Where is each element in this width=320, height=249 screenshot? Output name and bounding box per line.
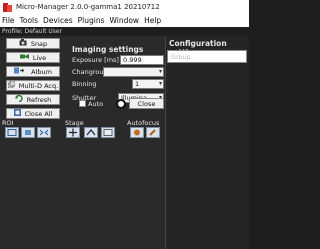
menu-window[interactable]: Window (109, 16, 139, 25)
roi-set-icon (7, 129, 17, 136)
wrench-icon (149, 129, 156, 136)
mda-button[interactable]: Multi-D Acq. (6, 80, 60, 91)
refresh-label: Refresh (26, 95, 52, 104)
auto-checkbox[interactable] (79, 100, 86, 107)
roi-center-button[interactable] (21, 127, 35, 138)
auto-label: Auto (88, 100, 104, 108)
shutter-close-button[interactable]: Close (129, 98, 164, 109)
window-title: Micro-Manager 2.0.0-gamma1 20210712 (16, 3, 160, 11)
app-logo-icon (3, 2, 12, 12)
mda-label: Multi-D Acq. (18, 81, 59, 90)
refresh-icon (14, 94, 23, 104)
album-button[interactable]: Album (6, 66, 60, 77)
menu-help[interactable]: Help (144, 16, 161, 25)
menu-devices[interactable]: Devices (43, 16, 73, 25)
album-label: Album (31, 67, 52, 76)
pixel-arrows-icon (86, 129, 96, 136)
changroup-select[interactable]: ▾ (103, 67, 164, 77)
album-icon (14, 67, 27, 76)
menu-plugins[interactable]: Plugins (78, 16, 105, 25)
close-label: Close (137, 99, 156, 108)
snap-label: Snap (30, 39, 48, 48)
refresh-button[interactable]: Refresh (6, 94, 60, 105)
configuration-panel: Configuration settings (165, 36, 249, 249)
stage-label: Stage (65, 119, 84, 127)
multi-d-icon (7, 80, 16, 90)
roi-center-icon (25, 130, 31, 135)
close-all-icon (13, 109, 21, 118)
binning-value: 1 (135, 80, 140, 88)
autofocus-run-button[interactable] (130, 127, 144, 138)
imaging-settings-title: Imaging settings (72, 45, 144, 54)
move-arrows-icon (69, 128, 77, 137)
main-panel: Snap Live Album Multi-D Acq. Refresh Clo… (0, 36, 249, 249)
roi-set-button[interactable] (5, 127, 19, 138)
autofocus-icon (134, 129, 140, 136)
group-input[interactable]: Group (167, 50, 247, 63)
binning-select[interactable]: 1 ▾ (132, 79, 164, 89)
roi-full-button[interactable] (37, 127, 51, 138)
autofocus-settings-button[interactable] (146, 127, 160, 138)
roi-full-icon (39, 129, 49, 136)
shutter-state-icon (116, 99, 126, 109)
camera-icon (19, 39, 27, 48)
menu-tools[interactable]: Tools (20, 16, 38, 25)
menu-bar: File Tools Devices Plugins Window Help (0, 14, 249, 27)
position-list-icon (103, 129, 113, 136)
title-bar: Micro-Manager 2.0.0-gamma1 20210712 (0, 0, 249, 14)
profile-label: Profile: Default User (2, 28, 63, 35)
autofocus-label: Autofocus (127, 119, 160, 127)
live-label: Live (32, 53, 47, 62)
exposure-label: Exposure [ms] (72, 56, 119, 64)
stage-list-button[interactable] (101, 127, 115, 138)
roi-label: ROI (2, 119, 14, 127)
close-all-label: Close All (24, 109, 53, 118)
stage-pixel-button[interactable] (84, 127, 98, 138)
chevron-down-icon: ▾ (158, 80, 162, 87)
chevron-down-icon: ▾ (158, 68, 162, 75)
snap-button[interactable]: Snap (6, 38, 60, 49)
stage-move-button[interactable] (66, 127, 80, 138)
menu-file[interactable]: File (2, 16, 15, 25)
close-all-button[interactable]: Close All (6, 108, 60, 119)
exposure-input[interactable]: 0.999 (120, 55, 164, 65)
live-button[interactable]: Live (6, 52, 60, 63)
video-camera-icon (19, 53, 29, 62)
binning-label: Binning (72, 80, 97, 88)
